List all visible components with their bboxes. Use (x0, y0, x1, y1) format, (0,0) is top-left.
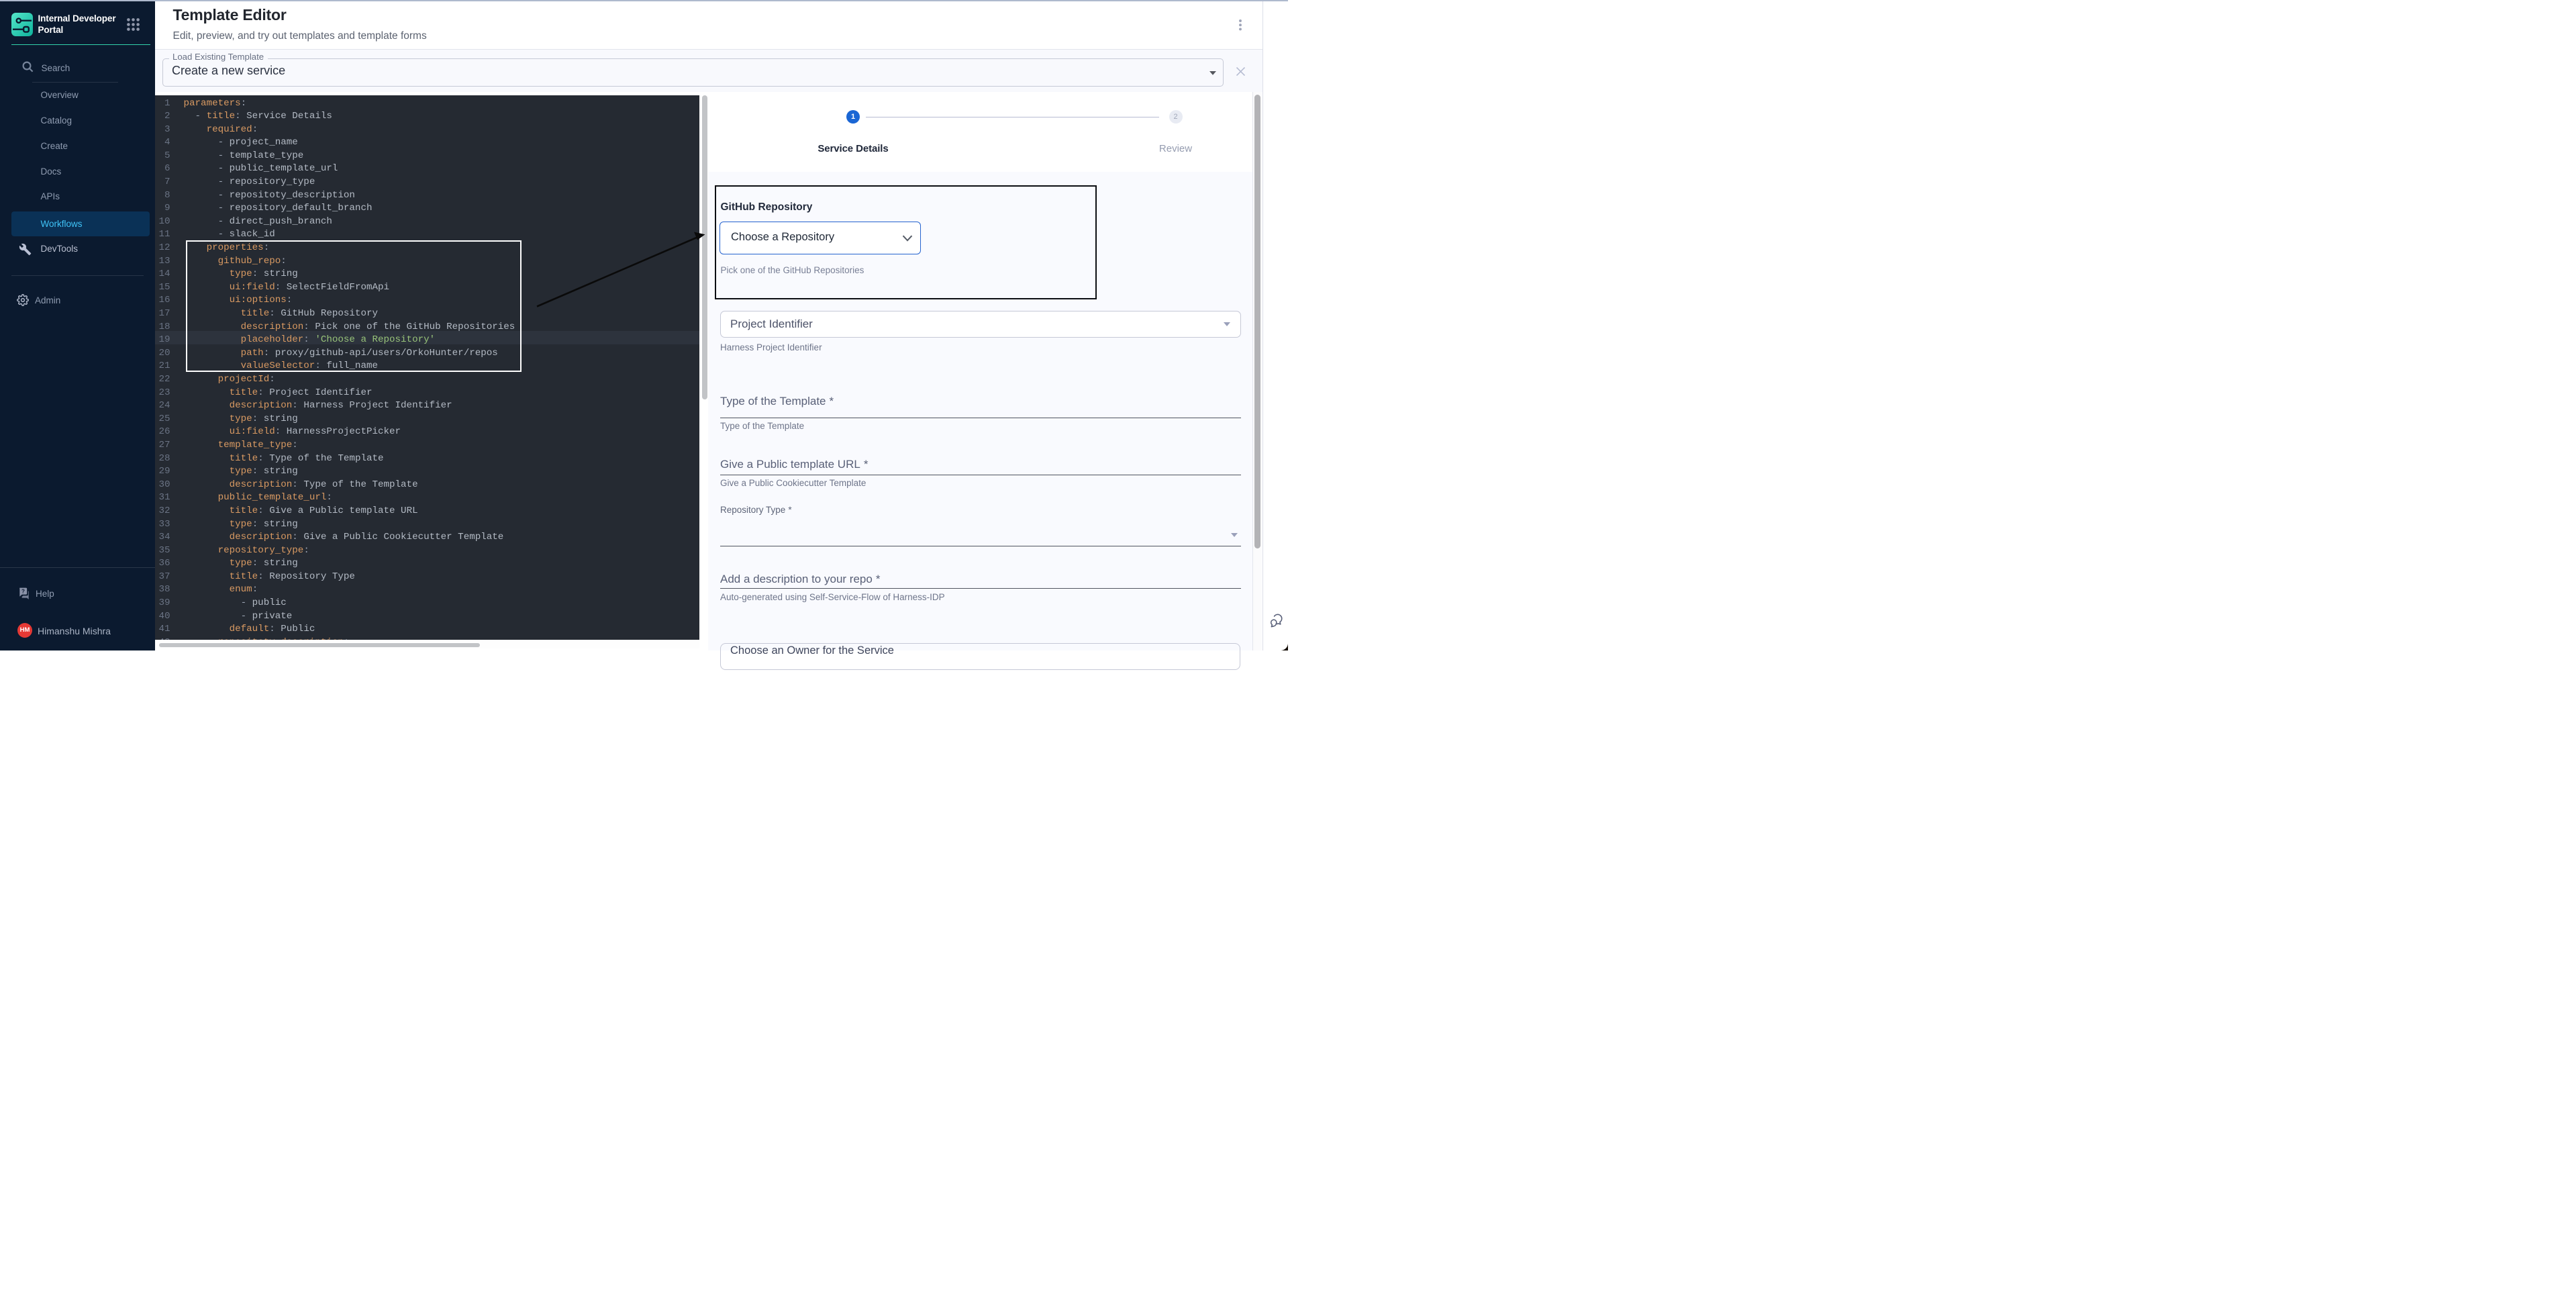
svg-text:?: ? (21, 588, 25, 595)
